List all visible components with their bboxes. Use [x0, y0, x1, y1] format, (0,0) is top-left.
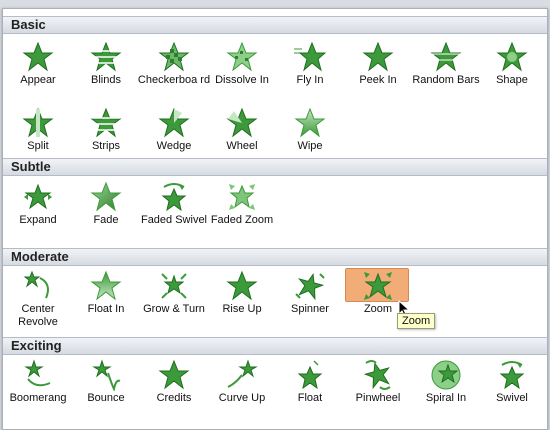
star-swivel-icon	[496, 359, 528, 391]
effect-label: Wedge	[156, 140, 192, 152]
star-strips-icon	[90, 107, 122, 139]
effect-label: Appear	[20, 74, 56, 86]
star-faded-swivel-icon	[158, 181, 190, 213]
effect-label: Float In	[87, 303, 125, 315]
effect-label: Fade	[93, 214, 119, 226]
effect-label: Wheel	[226, 140, 258, 152]
effect-label: Credits	[156, 392, 192, 404]
star-wedge-icon	[158, 107, 190, 139]
effect-rise-up[interactable]: Rise Up	[209, 270, 275, 332]
star-wheel-icon	[226, 107, 258, 139]
effect-grow-turn[interactable]: Grow & Turn	[141, 270, 207, 332]
effect-label: Faded Zoom	[210, 214, 274, 226]
effect-label: Float	[297, 392, 323, 404]
effect-bounce[interactable]: Bounce	[73, 359, 139, 421]
effect-fade[interactable]: Fade	[73, 181, 139, 243]
effect-label: Rise Up	[222, 303, 262, 315]
effect-faded-zoom[interactable]: Faded Zoom	[209, 181, 275, 243]
star-appear-icon	[22, 41, 54, 73]
effect-label: Boomerang	[9, 392, 67, 404]
star-curve-up-icon	[226, 359, 258, 391]
effect-random-bars[interactable]: Random Bars	[412, 41, 480, 103]
star-pinwheel-icon	[362, 359, 394, 391]
effect-label: Expand	[19, 214, 57, 226]
star-dissolve-icon	[226, 41, 258, 73]
effect-swivel[interactable]: Swivel	[479, 359, 545, 421]
star-float-icon	[294, 359, 326, 391]
star-center-revolve-icon	[22, 270, 54, 302]
star-spinner-icon	[294, 270, 326, 302]
effect-label: Swivel	[496, 392, 528, 404]
effect-label: Wipe	[297, 140, 323, 152]
section-header-basic: Basic	[3, 16, 547, 34]
star-blinds-icon	[90, 41, 122, 73]
star-wipe-icon	[294, 107, 326, 139]
effect-float-in[interactable]: Float In	[73, 270, 139, 332]
effect-label: Bounce	[87, 392, 125, 404]
animation-effects-gallery: Basic Appear Blinds Checkerboa rd Dissol…	[2, 8, 548, 430]
star-fade-icon	[90, 181, 122, 213]
effect-expand[interactable]: Expand	[5, 181, 71, 243]
effect-center-revolve[interactable]: Center Revolve	[5, 270, 71, 332]
effect-peek-in[interactable]: Peek In	[345, 41, 411, 103]
effect-pinwheel[interactable]: Pinwheel	[345, 359, 411, 421]
star-checkerboard-icon	[158, 41, 190, 73]
effect-label: Center Revolve	[18, 303, 58, 328]
effect-label: Grow & Turn	[143, 303, 205, 315]
section-header-subtle: Subtle	[3, 158, 547, 176]
star-zoom-icon	[362, 270, 394, 302]
section-header-moderate: Moderate	[3, 248, 547, 266]
tooltip: Zoom	[397, 313, 436, 329]
effect-label: Faded Swivel	[140, 214, 208, 226]
star-faded-zoom-icon	[226, 181, 258, 213]
effect-boomerang[interactable]: Boomerang	[5, 359, 71, 421]
star-grow-turn-icon	[158, 270, 190, 302]
effect-spiral-in[interactable]: Spiral In	[413, 359, 479, 421]
effect-float[interactable]: Float	[277, 359, 343, 421]
effect-label: Curve Up	[218, 392, 266, 404]
star-peek-in-icon	[362, 41, 394, 73]
effect-dissolve-in[interactable]: Dissolve In	[209, 41, 275, 103]
effect-fly-in[interactable]: Fly In	[277, 41, 343, 103]
effect-label: Spiral In	[425, 392, 467, 404]
effect-checkerboard[interactable]: Checkerboa rd	[138, 41, 210, 103]
effect-label: Checkerboa rd	[137, 74, 211, 86]
star-random-bars-icon	[430, 41, 462, 73]
effect-label: Blinds	[91, 74, 121, 86]
effect-credits[interactable]: Credits	[141, 359, 207, 421]
effect-label: Pinwheel	[355, 392, 401, 404]
effect-curve-up[interactable]: Curve Up	[209, 359, 275, 421]
effect-label: Spinner	[291, 303, 329, 315]
star-float-in-icon	[90, 270, 122, 302]
effect-label: Shape	[496, 74, 528, 86]
star-shape-icon	[496, 41, 528, 73]
effect-label: Dissolve In	[215, 74, 269, 86]
effect-label: Split	[27, 140, 49, 152]
effect-label: Random Bars	[412, 74, 480, 86]
effect-label: Fly In	[296, 74, 324, 86]
effect-shape[interactable]: Shape	[479, 41, 545, 103]
star-fly-in-icon	[294, 41, 326, 73]
effect-spinner[interactable]: Spinner	[277, 270, 343, 332]
effect-label: Strips	[91, 140, 121, 152]
effect-label: Peek In	[359, 74, 397, 86]
star-credits-icon	[158, 359, 190, 391]
star-boomerang-icon	[22, 359, 54, 391]
effect-faded-swivel[interactable]: Faded Swivel	[141, 181, 207, 243]
star-bounce-icon	[90, 359, 122, 391]
star-rise-up-icon	[226, 270, 258, 302]
section-header-exciting: Exciting	[3, 337, 547, 355]
effect-appear[interactable]: Appear	[5, 41, 71, 103]
star-split-icon	[22, 107, 54, 139]
star-spiral-in-icon	[430, 359, 462, 391]
star-expand-icon	[22, 181, 54, 213]
effect-blinds[interactable]: Blinds	[73, 41, 139, 103]
